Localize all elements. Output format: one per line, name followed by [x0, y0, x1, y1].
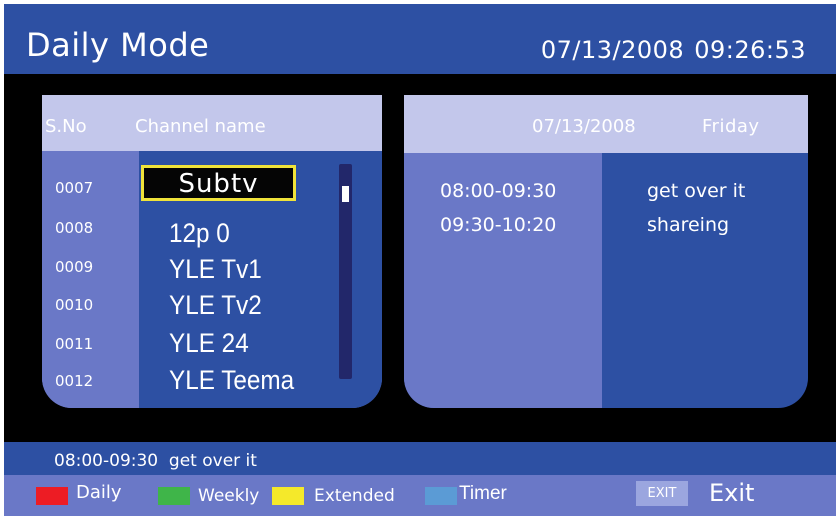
schedule-header: 07/13/2008 Friday — [404, 95, 808, 153]
schedule-time: 09:30-10:20 — [440, 214, 557, 236]
schedule-program[interactable]: shareing — [647, 214, 729, 236]
legend-extended-label[interactable]: Extended — [314, 486, 395, 506]
legend-timer-label[interactable]: Timer — [459, 483, 507, 505]
program-info-bar: 08:00-09:30 get over it — [4, 442, 836, 475]
channel-name[interactable]: YLE Tv2 — [169, 290, 262, 321]
scrollbar-thumb[interactable] — [342, 186, 349, 202]
channel-number: 0007 — [55, 179, 94, 197]
column-header-number: S.No — [45, 116, 87, 137]
yellow-key-icon — [272, 487, 304, 505]
channel-selection-highlight[interactable]: Subtv — [141, 165, 296, 201]
schedule-date: 07/13/2008 — [532, 116, 636, 137]
current-date: 07/13/2008 — [540, 36, 685, 64]
channel-name[interactable]: YLE Tv1 — [169, 254, 262, 285]
exit-button[interactable]: Exit — [709, 479, 754, 507]
schedule-program[interactable]: get over it — [647, 180, 745, 202]
channel-number: 0009 — [55, 258, 94, 276]
blue-key-icon — [425, 487, 457, 505]
legend-daily-label[interactable]: Daily — [76, 482, 122, 503]
exit-key-icon: EXIT — [636, 481, 688, 506]
channel-number: 0008 — [55, 219, 94, 237]
schedule-time: 08:00-09:30 — [440, 180, 557, 202]
channel-number: 0010 — [55, 296, 94, 314]
channel-name[interactable]: YLE 24 — [169, 328, 249, 359]
channel-number: 0011 — [55, 335, 94, 353]
channel-list-header: S.No Channel name — [42, 95, 382, 151]
red-key-icon — [36, 487, 68, 505]
channel-number: 0012 — [55, 372, 94, 390]
column-header-channel-name: Channel name — [135, 116, 266, 137]
tv-screen: Daily Mode 07/13/2008 09:26:53 S.No Chann… — [4, 4, 836, 516]
legend-weekly-label[interactable]: Weekly — [198, 486, 259, 506]
current-datetime: 07/13/2008 09:26:53 — [541, 36, 806, 64]
green-key-icon — [158, 487, 190, 505]
channel-list-panel: S.No Channel name Subtv 0007 0008 12p 0 … — [42, 95, 382, 408]
header-bar: Daily Mode 07/13/2008 09:26:53 — [4, 4, 836, 74]
channel-list-scrollbar[interactable] — [339, 164, 352, 379]
schedule-day: Friday — [702, 116, 760, 137]
channel-name[interactable]: 12p 0 — [169, 218, 230, 249]
channel-name[interactable]: YLE Teema — [169, 365, 294, 396]
page-title: Daily Mode — [26, 26, 210, 64]
channel-name-selected: Subtv — [178, 169, 259, 199]
current-time: 09:26:53 — [694, 36, 806, 64]
legend-bar: Daily Weekly Extended Timer EXIT Exit — [4, 475, 836, 516]
schedule-panel: 07/13/2008 Friday 08:00-09:30 get over i… — [404, 95, 808, 408]
program-info-text: 08:00-09:30 get over it — [54, 451, 257, 471]
